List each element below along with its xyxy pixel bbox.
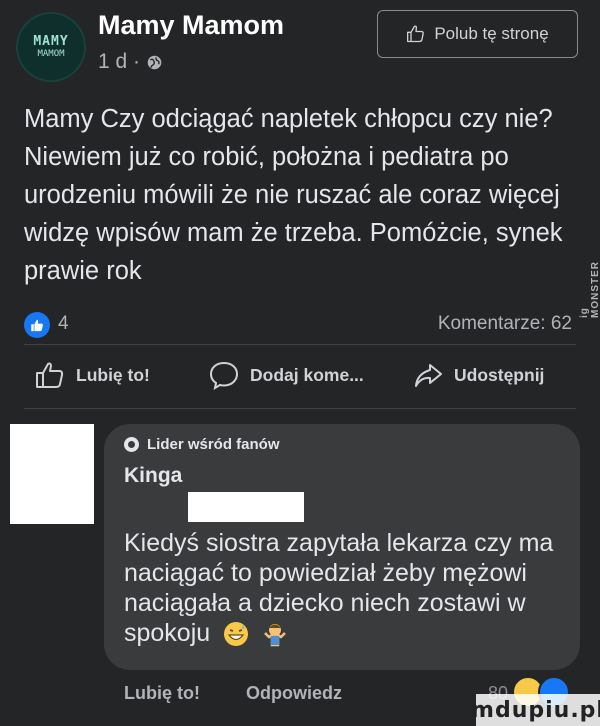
divider <box>24 344 576 345</box>
share-arrow-icon <box>415 364 442 387</box>
avatar-text-bottom: MAMOM <box>37 48 65 59</box>
top-fan-badge: Lider wśród fanów <box>124 436 280 453</box>
post-meta: 1 d · <box>98 50 163 74</box>
grinning-sweat-emoji-icon <box>224 622 249 647</box>
comment-text: Kiedyś siostra zapytała lekarza czy ma n… <box>124 528 564 648</box>
side-watermark: ig MONSTER <box>579 261 600 318</box>
comment-label: Dodaj kome... <box>250 364 364 385</box>
comment-button[interactable]: Dodaj kome... <box>208 350 364 400</box>
commenter-name[interactable]: Kinga <box>124 464 182 488</box>
comments-count[interactable]: Komentarze: 62 <box>438 313 572 335</box>
like-page-label: Polub tę stronę <box>434 24 549 43</box>
like-label: Lubię to! <box>76 364 150 385</box>
thumbs-up-icon <box>30 319 43 331</box>
divider <box>24 408 576 409</box>
globe-icon <box>147 55 162 69</box>
post-body: Mamy Czy odciągać napletek chłopcu czy n… <box>24 105 563 285</box>
like-button[interactable]: Lubię to! <box>34 350 150 400</box>
avatar-text-top: MAMY <box>33 33 69 49</box>
like-count[interactable]: 4 <box>58 313 69 335</box>
name-redaction <box>188 492 304 522</box>
site-watermark: mdupiu.pl <box>471 694 600 726</box>
like-reaction-icon[interactable] <box>24 312 50 338</box>
like-page-button[interactable]: Polub tę stronę <box>377 10 578 58</box>
share-label: Udostępnij <box>454 364 545 385</box>
page-avatar[interactable]: MAMY MAMOM <box>16 12 86 82</box>
page-name[interactable]: Mamy Mamom <box>98 10 284 41</box>
shrug-person-emoji-icon <box>264 624 286 647</box>
share-button[interactable]: Udostępnij <box>412 350 544 400</box>
thumbs-up-icon <box>407 25 425 43</box>
comment-like-button[interactable]: Lubię to! <box>124 683 200 704</box>
thumbs-up-icon <box>36 362 64 388</box>
comment-body: Kiedyś siostra zapytała lekarza czy ma n… <box>124 529 554 647</box>
badge-icon <box>124 437 139 452</box>
post-time: 1 d · <box>98 50 141 73</box>
badge-label: Lider wśród fanów <box>147 436 280 453</box>
comment-bubble-icon <box>209 361 239 391</box>
comment-reply-button[interactable]: Odpowiedz <box>246 683 342 704</box>
commenter-avatar-redacted[interactable] <box>10 424 94 524</box>
